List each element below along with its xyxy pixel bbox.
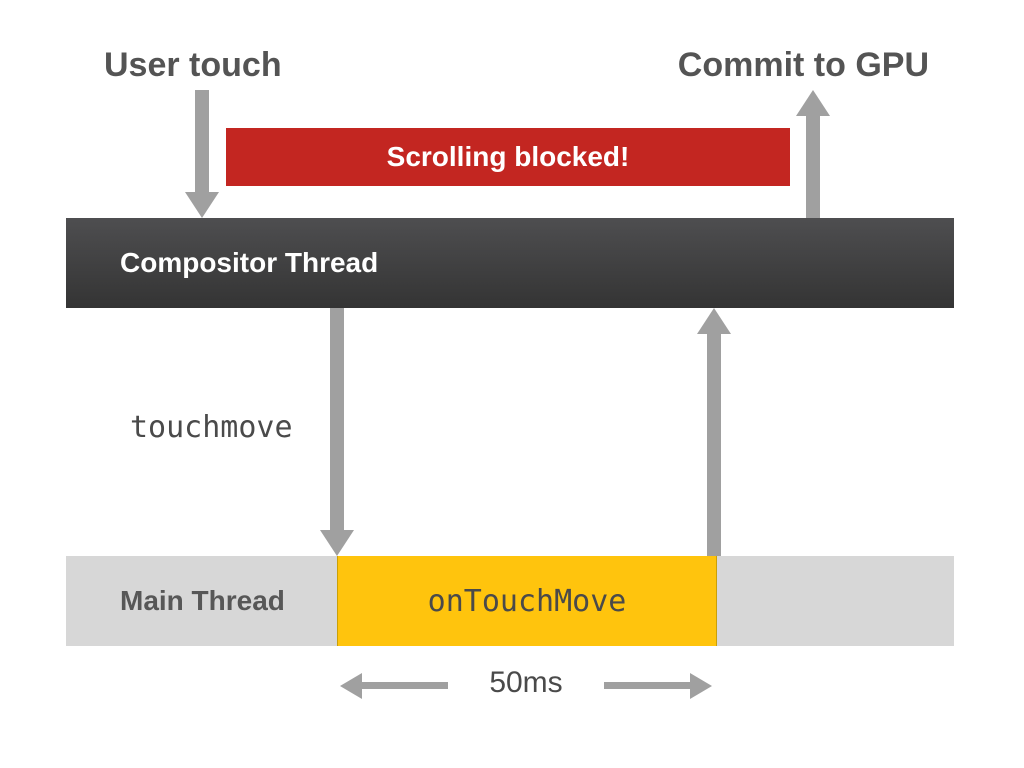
label-touchmove-event: touchmove <box>130 410 293 445</box>
diagram-root: User touch Commit to GPU Scrolling block… <box>0 0 1024 768</box>
label-user-touch: User touch <box>104 46 282 85</box>
arrow-return-up <box>707 332 721 556</box>
bar-compositor-thread: Compositor Thread <box>66 218 954 308</box>
arrow-touchmove-down <box>330 308 344 532</box>
banner-scrolling-blocked: Scrolling blocked! <box>226 128 790 186</box>
label-commit-gpu: Commit to GPU <box>678 46 929 85</box>
arrow-user-to-compositor <box>195 90 209 194</box>
task-on-touchmove: onTouchMove <box>337 556 717 646</box>
label-duration-50ms: 50ms <box>462 666 590 700</box>
label-main-thread: Main Thread <box>120 585 285 617</box>
measure-arrow-right <box>604 682 692 689</box>
label-compositor-thread: Compositor Thread <box>120 247 378 279</box>
measure-arrow-left <box>360 682 448 689</box>
label-on-touchmove: onTouchMove <box>428 584 627 619</box>
arrow-compositor-to-gpu <box>806 114 820 218</box>
